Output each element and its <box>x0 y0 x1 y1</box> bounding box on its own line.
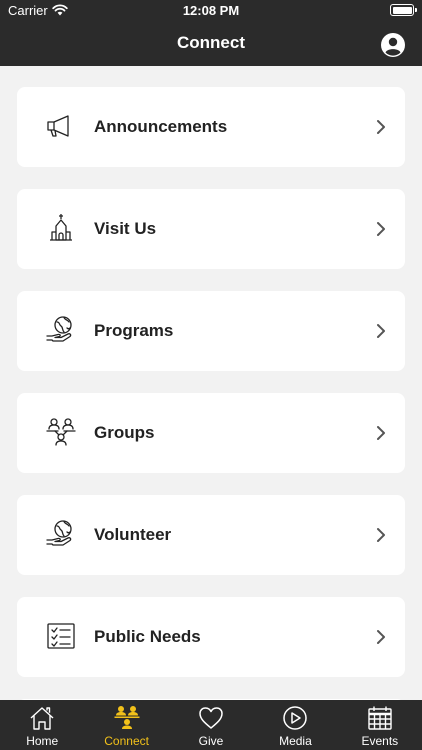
tab-connect-label: Connect <box>104 734 149 748</box>
tab-home[interactable]: Home <box>0 700 84 750</box>
tab-give-label: Give <box>198 734 224 748</box>
tab-connect[interactable]: Connect <box>84 700 168 750</box>
visit-us-label: Visit Us <box>94 219 157 238</box>
heart-icon <box>199 707 223 729</box>
home-icon <box>30 707 54 730</box>
public-needs-label: Public Needs <box>94 627 201 646</box>
tab-give[interactable]: Give <box>169 700 253 750</box>
profile-button[interactable] <box>381 33 405 57</box>
visit-us-row[interactable]: Visit Us <box>17 189 405 269</box>
tab-events-label: Events <box>361 734 399 748</box>
programs-row[interactable]: Programs <box>17 291 405 371</box>
top-bar: Carrier 12:08 PM Connect <box>0 0 422 66</box>
page-title: Connect <box>177 33 245 52</box>
chevron-right-icon <box>377 630 385 644</box>
tab-media[interactable]: Media <box>253 700 337 750</box>
groups-row[interactable]: Groups <box>17 393 405 473</box>
play-circle-icon <box>283 706 308 730</box>
chevron-right-icon <box>377 324 385 338</box>
checklist-icon <box>47 623 75 649</box>
tab-media-label: Media <box>279 734 312 748</box>
status-bar: Carrier 12:08 PM <box>0 0 422 22</box>
groups-label: Groups <box>94 423 155 442</box>
calendar-icon <box>368 706 392 730</box>
globe-in-hand-icon <box>46 520 72 546</box>
chevron-right-icon <box>377 528 385 542</box>
tab-events[interactable]: Events <box>338 700 422 750</box>
globe-in-hand-icon <box>46 316 72 342</box>
programs-label: Programs <box>94 321 174 340</box>
connect-list: Announcements Visit Us Programs Groups V… <box>17 87 405 709</box>
chevron-right-icon <box>377 222 385 236</box>
battery-icon <box>390 4 417 16</box>
chevron-right-icon <box>377 426 385 440</box>
volunteer-row[interactable]: Volunteer <box>17 495 405 575</box>
tab-home-label: Home <box>26 734 59 748</box>
people-icon <box>114 706 140 729</box>
group-people-icon <box>46 418 76 446</box>
volunteer-label: Volunteer <box>94 525 172 544</box>
announcements-label: Announcements <box>94 117 228 136</box>
church-icon <box>50 214 72 241</box>
megaphone-icon <box>47 115 69 137</box>
clock: 12:08 PM <box>182 3 240 18</box>
announcements-row[interactable]: Announcements <box>17 87 405 167</box>
chevron-right-icon <box>377 120 385 134</box>
tab-bar: Home Connect Give Media Events <box>0 700 422 750</box>
public-needs-row[interactable]: Public Needs <box>17 597 405 677</box>
